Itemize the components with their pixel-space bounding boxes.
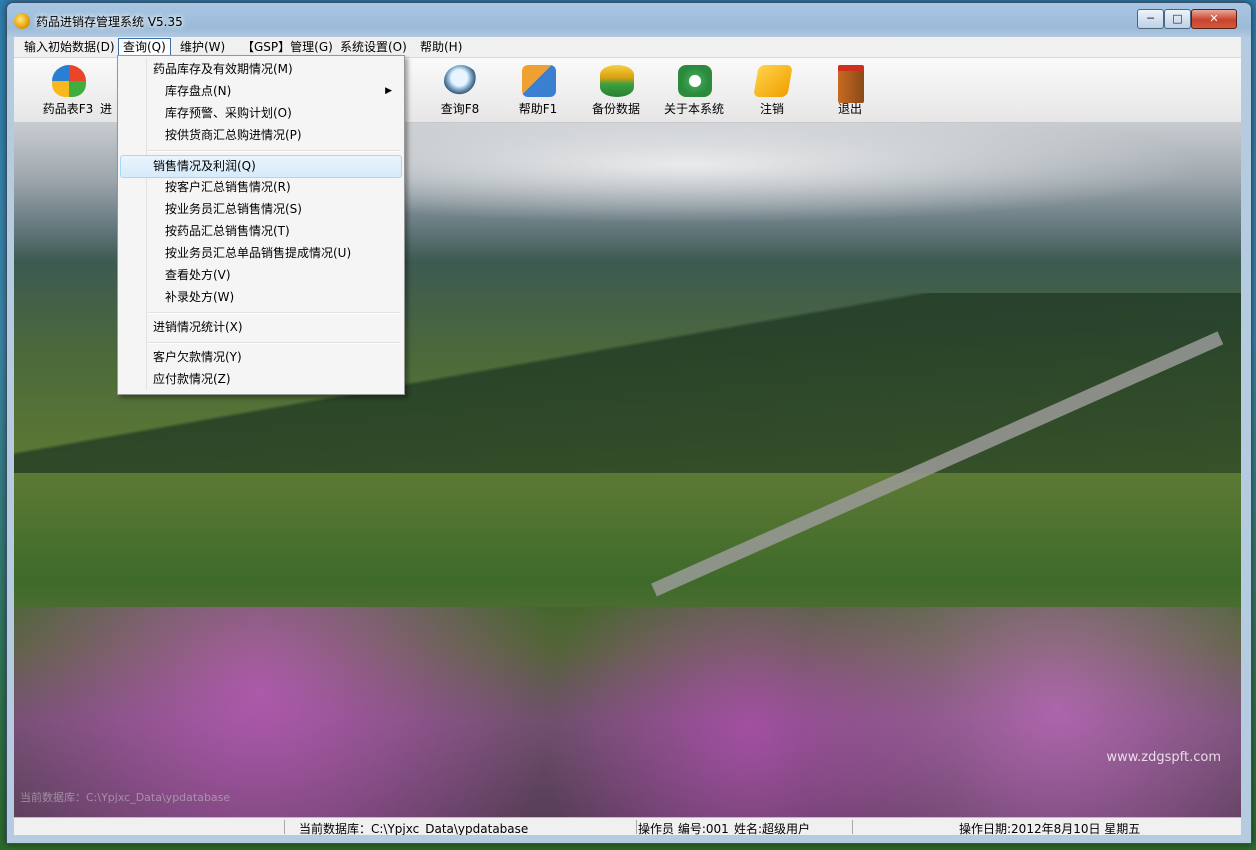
menu-item-sales-profit[interactable]: 销售情况及利润(Q)	[120, 155, 402, 178]
menu-item-salesman-commission[interactable]: 按业务员汇总单品销售提成情况(U)	[120, 243, 400, 264]
database-backup-icon	[600, 65, 634, 97]
status-user-name: 姓名:超级用户	[734, 822, 811, 835]
app-sunflower-icon[interactable]	[14, 13, 30, 29]
menu-item-sales-by-drug[interactable]: 按药品汇总销售情况(T)	[120, 221, 400, 242]
maximize-button[interactable]: □	[1164, 9, 1191, 29]
toolbar-help-button[interactable]: 帮助F1	[502, 62, 574, 118]
toolbar-label: 帮助F1	[518, 102, 558, 116]
toolbar-label: 退出	[837, 102, 862, 116]
toolbar-about-button[interactable]: 关于本系统	[658, 62, 730, 118]
status-database: 当前数据库：C:\Ypjxc_Data\ypdatabase	[299, 822, 529, 835]
exit-door-icon	[838, 65, 864, 103]
menu-item-purchase-by-supplier[interactable]: 按供货商汇总购进情况(P)	[120, 125, 400, 146]
menu-item-view-prescription[interactable]: 查看处方(V)	[120, 265, 400, 286]
status-divider	[852, 820, 853, 834]
watermark-text: www.zdgspft.com	[1106, 750, 1221, 765]
toolbar-label: 备份数据	[591, 102, 640, 116]
toolbar-label: 关于本系统	[663, 102, 724, 116]
menu-item-sales-by-customer[interactable]: 按客户汇总销售情况(R)	[120, 177, 400, 198]
menu-item-payables[interactable]: 应付款情况(Z)	[120, 369, 400, 390]
status-date: 操作日期:2012年8月10日 星期五	[959, 822, 1141, 835]
status-bar: 当前数据库：C:\Ypjxc_Data\ypdatabase 操作员 编号:00…	[14, 817, 1241, 835]
toolbar-label: 注销	[759, 102, 784, 116]
toolbar-drug-table-button[interactable]: 药品表F3	[32, 62, 104, 118]
status-operator: 操作员 编号:001	[638, 822, 729, 835]
menu-item-purchase-sales-stats[interactable]: 进销情况统计(X)	[120, 317, 400, 338]
window-title: 药品进销存管理系统 V5.35	[36, 15, 183, 29]
menu-maintenance[interactable]: 维护(W)	[176, 39, 229, 55]
menu-item-sales-by-salesman[interactable]: 按业务员汇总销售情况(S)	[120, 199, 400, 220]
menu-separator	[148, 342, 400, 344]
title-bar[interactable]: 药品进销存管理系统 V5.35 ─ □ ✕	[7, 3, 1251, 37]
menu-item-add-prescription[interactable]: 补录处方(W)	[120, 287, 400, 308]
toolbar-logout-button[interactable]: 注销	[736, 62, 808, 118]
menu-query[interactable]: 查询(Q)	[118, 38, 171, 56]
menu-item-customer-arrears[interactable]: 客户欠款情况(Y)	[120, 347, 400, 368]
flower-meadow	[14, 607, 1241, 817]
windows-logo-icon	[52, 65, 86, 97]
status-divider	[284, 820, 285, 834]
menu-item-stock-taking[interactable]: 库存盘点(N) ▶	[120, 81, 400, 102]
menu-separator	[148, 312, 400, 314]
home-about-icon	[678, 65, 712, 97]
menu-system-settings[interactable]: 系统设置(O)	[336, 39, 411, 55]
faint-database-text: 当前数据库：C:\Ypjxc_Data\ypdatabase	[20, 791, 231, 804]
query-dropdown-menu: 药品库存及有效期情况(M) 库存盘点(N) ▶ 库存预警、采购计划(O) 按供货商…	[117, 55, 405, 395]
toolbar-label: 药品表F3	[42, 102, 94, 116]
minimize-button[interactable]: ─	[1137, 9, 1164, 29]
key-logout-icon	[753, 65, 793, 97]
menu-gsp-management[interactable]: 【GSP】管理(G)	[238, 39, 337, 55]
menu-item-inventory-expiry[interactable]: 药品库存及有效期情况(M)	[120, 59, 400, 80]
menu-help[interactable]: 帮助(H)	[416, 39, 466, 55]
status-divider	[636, 820, 637, 834]
submenu-arrow-icon: ▶	[385, 86, 392, 96]
toolbar-query-button[interactable]: 查询F8	[424, 62, 496, 118]
help-cubes-icon	[522, 65, 556, 97]
toolbar-exit-button[interactable]: 退出	[814, 62, 886, 118]
menu-input-initial-data[interactable]: 输入初始数据(D)	[20, 39, 119, 55]
toolbar-backup-button[interactable]: 备份数据	[580, 62, 652, 118]
close-button[interactable]: ✕	[1191, 9, 1237, 29]
toolbar-label: 查询F8	[440, 102, 480, 116]
menu-item-stock-warning[interactable]: 库存预警、采购计划(O)	[120, 103, 400, 124]
magnifier-icon	[444, 65, 478, 97]
menu-separator	[148, 150, 400, 152]
